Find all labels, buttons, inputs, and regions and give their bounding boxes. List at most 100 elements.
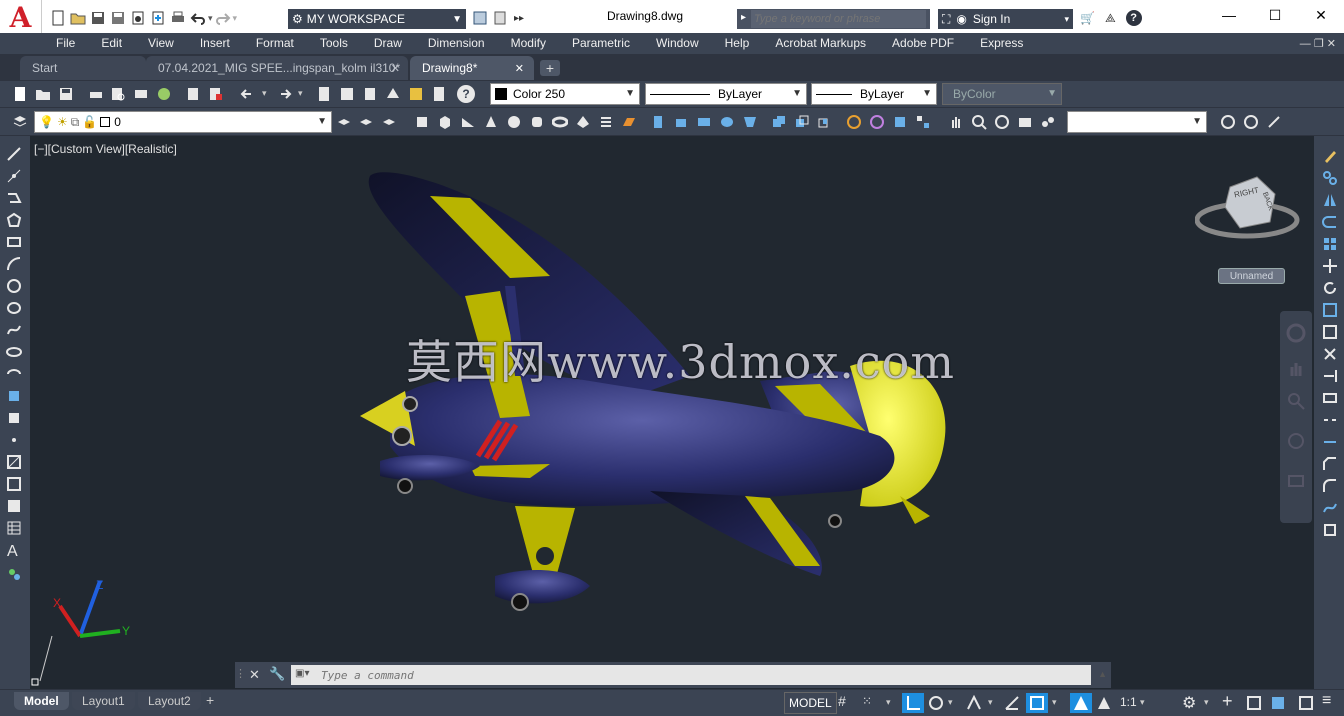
viewcube[interactable] [1195, 172, 1300, 244]
match-properties-icon[interactable] [472, 10, 488, 26]
grip-handle-icon[interactable]: ⋮ [235, 667, 246, 680]
tab-start[interactable]: Start [20, 56, 146, 80]
torus-icon[interactable] [552, 114, 568, 130]
publish-icon[interactable] [133, 86, 149, 102]
workspace-selector[interactable]: ⚙ MY WORKSPACE ▼ [288, 9, 466, 29]
extrude-icon[interactable] [650, 114, 666, 130]
search-expand-icon[interactable]: ▸ [741, 12, 746, 23]
annotation-scale[interactable]: 1:1 [1120, 695, 1137, 709]
move-icon[interactable] [1322, 258, 1338, 274]
tool-palettes-icon[interactable] [362, 86, 378, 102]
new-tab-button[interactable]: + [540, 60, 560, 76]
annotation-visibility-toggle[interactable] [1070, 693, 1092, 713]
layer-states-icon[interactable] [381, 114, 397, 130]
undo-dropdown-icon[interactable]: ▾ [208, 13, 213, 24]
trim-icon[interactable] [1322, 346, 1338, 362]
redo-dropdown-icon[interactable]: ▾ [233, 13, 238, 24]
box-icon[interactable] [437, 114, 453, 130]
maximize-icon[interactable]: ☐ [1252, 0, 1298, 30]
units-icon[interactable] [1246, 695, 1262, 711]
polyline-icon[interactable] [6, 190, 22, 206]
construction-line-icon[interactable] [6, 168, 22, 184]
insert-block-icon[interactable] [6, 388, 22, 404]
gradient-icon[interactable] [6, 476, 22, 492]
named-views-icon[interactable] [1017, 114, 1033, 130]
grid-icon[interactable]: # [838, 693, 854, 709]
pan-hand-icon[interactable] [1286, 359, 1306, 379]
polysolid-icon[interactable] [414, 114, 430, 130]
sweep-icon[interactable] [696, 114, 712, 130]
zoom-icon[interactable] [971, 114, 987, 130]
open-folder-icon[interactable] [70, 10, 86, 26]
linetype-combo[interactable]: ByLayer ▼ [645, 83, 807, 105]
menu-dimension[interactable]: Dimension [414, 36, 497, 50]
undo-icon[interactable] [240, 86, 256, 102]
helix-icon[interactable] [598, 114, 614, 130]
ucs-menu[interactable]: Unnamed [1218, 268, 1285, 284]
layer-previous-icon[interactable] [358, 114, 374, 130]
layer-icon[interactable] [492, 10, 508, 26]
save-web-icon[interactable] [150, 10, 166, 26]
menu-acrobat-markups[interactable]: Acrobat Markups [761, 36, 878, 50]
rotate-icon[interactable] [1322, 280, 1338, 296]
menu-express[interactable]: Express [966, 36, 1035, 50]
table-icon[interactable] [6, 520, 22, 536]
close-tab-icon[interactable]: ✕ [391, 62, 400, 75]
auto-scale-icon[interactable] [1096, 695, 1112, 711]
autodesk-exchange-icon[interactable]: ⟁ [1105, 11, 1116, 26]
stretch-icon[interactable] [1322, 324, 1338, 340]
help-icon[interactable]: ? [1125, 10, 1142, 26]
break-icon[interactable] [1322, 412, 1338, 428]
plot-preview-icon[interactable] [110, 86, 126, 102]
properties-icon[interactable] [316, 86, 332, 102]
more-icon[interactable]: ▸▸ [514, 13, 524, 24]
ellipse-arc-icon[interactable] [6, 366, 22, 382]
tab-layout1[interactable]: Layout1 [72, 692, 135, 710]
break-at-point-icon[interactable] [1322, 390, 1338, 406]
snap-icon[interactable]: ⁙ [862, 694, 878, 710]
loft-icon[interactable] [742, 114, 758, 130]
open-folder-icon[interactable] [35, 86, 51, 102]
tab-layout2[interactable]: Layout2 [138, 692, 201, 710]
3d-align-icon[interactable] [892, 114, 908, 130]
array-icon[interactable] [1322, 236, 1338, 252]
showmotion-icon[interactable] [1286, 471, 1306, 491]
binoculars-icon[interactable]: ⛶ [942, 12, 950, 27]
intersect-icon[interactable] [817, 114, 833, 130]
new-file-icon[interactable] [12, 86, 28, 102]
layer-combo[interactable]: 💡 ☀ ⧉ 🔓 0 ▼ [34, 111, 332, 133]
copy-icon[interactable] [208, 86, 224, 102]
offset-icon[interactable] [1322, 214, 1338, 230]
menu-insert[interactable]: Insert [186, 36, 242, 50]
cylinder-icon[interactable] [529, 114, 545, 130]
model-space-button[interactable]: MODEL [784, 692, 837, 714]
copy-object-icon[interactable] [1322, 170, 1338, 186]
quick-properties-icon[interactable] [1270, 695, 1286, 711]
close-icon[interactable]: ✕ [1298, 0, 1344, 30]
command-input[interactable] [291, 665, 1091, 685]
object-snap-toggle[interactable] [1026, 693, 1048, 713]
save-icon[interactable] [90, 10, 106, 26]
tab-drawing8[interactable]: Drawing8* ✕ [410, 56, 534, 80]
menu-tools[interactable]: Tools [306, 36, 360, 50]
menu-edit[interactable]: Edit [87, 36, 134, 50]
region-icon[interactable] [6, 498, 22, 514]
ucs-icon[interactable] [1220, 114, 1236, 130]
sign-in-label[interactable]: Sign In [973, 12, 1010, 26]
plot-icon[interactable] [170, 10, 186, 26]
point-icon[interactable] [6, 432, 22, 448]
chevron-down-icon[interactable]: ▾ [1204, 697, 1209, 708]
rectangle-icon[interactable] [6, 234, 22, 250]
menu-help[interactable]: Help [711, 36, 762, 50]
orbit-icon[interactable] [994, 114, 1010, 130]
add-layout-button[interactable]: + [206, 692, 214, 708]
drawing-viewport[interactable]: [−][Custom View][Realistic] X Y Z 莫西网www… [30, 136, 1314, 689]
redo-icon[interactable] [215, 10, 231, 26]
add-selected-icon[interactable] [6, 566, 22, 582]
wrench-icon[interactable]: 🔧 [269, 666, 285, 682]
gear-icon[interactable]: ⚙ [1182, 693, 1196, 713]
mirror-icon[interactable] [1322, 192, 1338, 208]
chevron-up-icon[interactable]: ▲ [1098, 669, 1107, 679]
document-window-controls[interactable]: — ❐ ✕ [1300, 37, 1336, 50]
ellipse-icon[interactable] [6, 344, 22, 360]
